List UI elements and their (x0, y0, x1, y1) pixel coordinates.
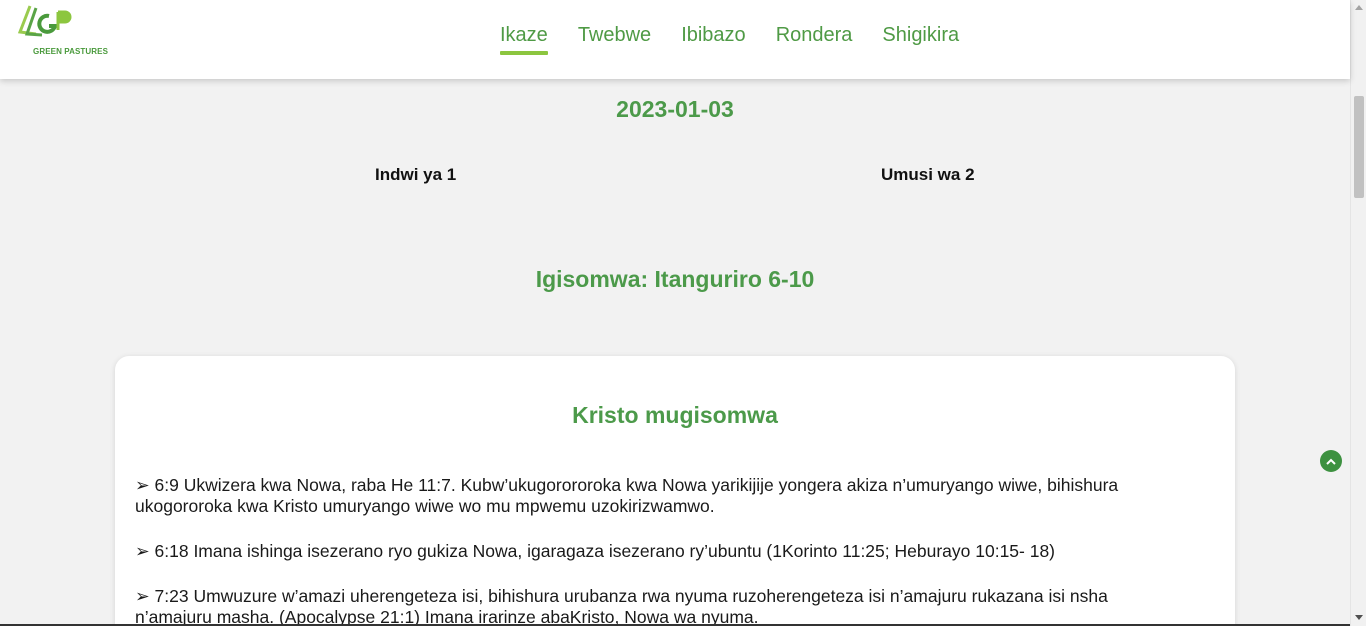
logo-mark-icon (17, 5, 72, 37)
scrollbar-thumb[interactable] (1354, 96, 1364, 198)
chevron-up-icon (1326, 458, 1336, 465)
page: GREEN PASTURES Ikaze Twebwe Ibibazo Rond… (0, 0, 1366, 626)
logo[interactable]: GREEN PASTURES (16, 4, 108, 56)
devotional-card: Kristo mugisomwa ➢ 6:9 Ukwizera kwa Nowa… (115, 356, 1235, 626)
reading-date: 2023-01-03 (616, 96, 734, 122)
reading-reference: Igisomwa: Itanguriro 6-10 (535, 266, 815, 292)
main-nav: Ikaze Twebwe Ibibazo Rondera Shigikira (500, 24, 989, 55)
nav-item-shigikira[interactable]: Shigikira (882, 24, 959, 51)
nav-item-ibibazo[interactable]: Ibibazo (681, 24, 746, 51)
card-title: Kristo mugisomwa (572, 402, 778, 428)
paragraph: ➢ 7:23 Umwuzure w’amazi uherengeteza isi… (135, 586, 1108, 626)
scroll-down-arrow-icon[interactable] (1355, 615, 1363, 620)
day-label: Umusi wa 2 (881, 165, 975, 184)
week-label: Indwi ya 1 (375, 165, 457, 184)
nav-item-ikaze[interactable]: Ikaze (500, 24, 548, 55)
nav-item-rondera[interactable]: Rondera (776, 24, 853, 51)
scroll-up-arrow-icon[interactable] (1355, 5, 1363, 10)
site-header: GREEN PASTURES Ikaze Twebwe Ibibazo Rond… (0, 0, 1350, 79)
vertical-scrollbar[interactable] (1350, 0, 1366, 626)
paragraph: ➢ 6:18 Imana ishinga isezerano ryo gukiz… (135, 541, 1056, 561)
paragraph: ➢ 6:9 Ukwizera kwa Nowa, raba He 11:7. K… (135, 475, 1119, 516)
nav-item-twebwe[interactable]: Twebwe (578, 24, 651, 51)
scroll-to-top-button[interactable] (1320, 450, 1342, 472)
logo-text: GREEN PASTURES (33, 47, 109, 56)
